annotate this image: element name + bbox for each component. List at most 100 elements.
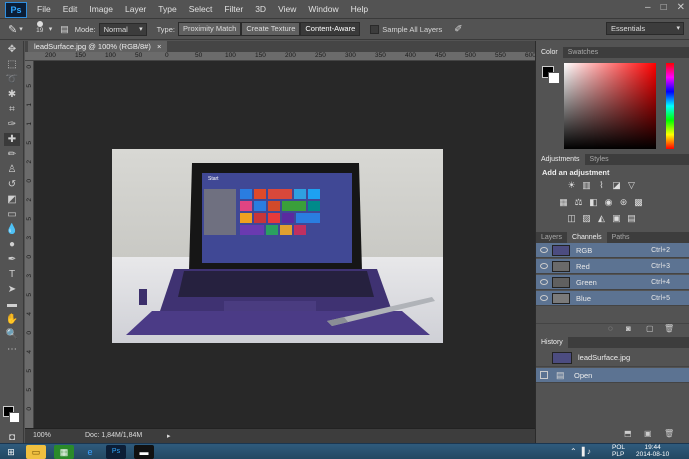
new-channel-icon[interactable]: ▢ xyxy=(646,324,654,333)
selective-color-icon[interactable]: ▣ xyxy=(611,213,622,223)
close-button[interactable]: ✕ xyxy=(677,2,685,13)
eraser-tool-icon[interactable]: ◩ xyxy=(4,193,20,206)
delete-state-icon[interactable]: 🗑 xyxy=(664,429,674,438)
blur-tool-icon[interactable]: 💧 xyxy=(4,223,20,236)
sample-all-layers-checkbox[interactable] xyxy=(370,24,380,34)
history-brush-tool-icon[interactable]: ↺ xyxy=(4,178,20,191)
menu-window[interactable]: Window xyxy=(302,0,344,18)
document-size[interactable]: Doc: 1,84M/1,84M xyxy=(85,432,142,439)
color-field[interactable] xyxy=(564,63,656,149)
invert-icon[interactable]: ◫ xyxy=(566,213,577,223)
color-balance-icon[interactable]: ⚖ xyxy=(573,197,584,207)
diffusion-icon[interactable]: ✐ xyxy=(454,24,462,35)
input-language[interactable]: POL PLP xyxy=(612,444,625,458)
proximity-match-option[interactable]: Proximity Match xyxy=(177,22,242,36)
clone-stamp-tool-icon[interactable]: ♙ xyxy=(4,163,20,176)
status-menu-arrow-icon[interactable]: ▸ xyxy=(167,432,171,440)
color-lookup-icon[interactable]: ▩ xyxy=(633,197,644,207)
bg-color-chip[interactable] xyxy=(548,72,560,84)
hue-slider[interactable] xyxy=(666,63,674,149)
zoom-level[interactable]: 100% xyxy=(33,432,51,439)
black-white-icon[interactable]: ◧ xyxy=(588,197,599,207)
workspace-select[interactable]: Essentials xyxy=(606,22,684,35)
channel-row-green[interactable]: Green Ctrl+4 xyxy=(536,275,689,290)
maximize-button[interactable]: □ xyxy=(661,2,667,13)
tab-layers[interactable]: Layers xyxy=(536,232,567,243)
windows-start-icon[interactable]: ⊞ xyxy=(2,445,20,459)
curves-icon[interactable]: ⌇ xyxy=(596,180,607,190)
brush-size-picker[interactable]: 19 xyxy=(31,20,49,38)
menu-3d[interactable]: 3D xyxy=(249,0,272,18)
menu-filter[interactable]: Filter xyxy=(218,0,249,18)
tab-color[interactable]: Color xyxy=(536,47,563,58)
channel-row-rgb[interactable]: RGB Ctrl+2 xyxy=(536,243,689,258)
menu-help[interactable]: Help xyxy=(345,0,374,18)
healing-brush-tool-icon[interactable]: ✚ xyxy=(4,133,20,146)
menu-file[interactable]: File xyxy=(31,0,57,18)
visibility-eye-icon[interactable] xyxy=(540,295,548,301)
tab-history[interactable]: History xyxy=(536,337,568,348)
menu-type[interactable]: Type xyxy=(152,0,182,18)
history-state-open[interactable]: ▤ Open xyxy=(536,368,689,383)
marquee-tool-icon[interactable]: ⬚ xyxy=(4,58,20,71)
levels-icon[interactable]: ▥ xyxy=(581,180,592,190)
healing-brush-icon[interactable]: ✎ xyxy=(8,23,17,36)
brush-dropdown-icon[interactable]: ▾ xyxy=(49,25,53,33)
create-texture-option[interactable]: Create Texture xyxy=(241,22,301,36)
brightness-icon[interactable]: ☀ xyxy=(566,180,577,190)
snapshot-icon[interactable]: ▣ xyxy=(644,429,652,438)
brush-tool-icon[interactable]: ✏ xyxy=(4,148,20,161)
new-document-from-state-icon[interactable]: ⬒ xyxy=(624,429,632,438)
tab-adjustments[interactable]: Adjustments xyxy=(536,154,585,165)
channel-mixer-icon[interactable]: ⊛ xyxy=(618,197,629,207)
file-explorer-icon[interactable]: ▭ xyxy=(26,445,46,459)
minimize-button[interactable]: – xyxy=(645,2,651,13)
gradient-tool-icon[interactable]: ▭ xyxy=(4,208,20,221)
path-selection-tool-icon[interactable]: ➤ xyxy=(4,283,20,296)
eyedropper-tool-icon[interactable]: ✑ xyxy=(4,118,20,131)
dodge-tool-icon[interactable]: ● xyxy=(4,238,20,251)
hand-tool-icon[interactable]: ✋ xyxy=(4,313,20,326)
document-image[interactable]: Start xyxy=(112,149,443,343)
zoom-tool-icon[interactable]: 🔍 xyxy=(4,328,20,341)
visibility-eye-icon[interactable] xyxy=(540,263,548,269)
menu-edit[interactable]: Edit xyxy=(57,0,84,18)
hue-saturation-icon[interactable]: ▦ xyxy=(558,197,569,207)
document-tab-close-icon[interactable]: × xyxy=(157,42,161,51)
tab-channels[interactable]: Channels xyxy=(567,232,607,243)
photo-filter-icon[interactable]: ◉ xyxy=(603,197,614,207)
visibility-eye-icon[interactable] xyxy=(540,279,548,285)
history-brush-source-box[interactable] xyxy=(540,371,548,379)
internet-explorer-icon[interactable]: e xyxy=(80,445,100,459)
store-icon[interactable]: ▦ xyxy=(54,445,74,459)
lasso-tool-icon[interactable]: ➰ xyxy=(4,73,20,86)
photoshop-taskbar-icon[interactable]: Ps xyxy=(106,445,126,459)
tool-preset-dropdown-icon[interactable]: ▾ xyxy=(19,25,23,33)
exposure-icon[interactable]: ◪ xyxy=(611,180,622,190)
save-selection-icon[interactable]: ◙ xyxy=(626,324,631,333)
brush-settings-icon[interactable]: ▤ xyxy=(60,24,69,35)
background-color-swatch[interactable] xyxy=(9,412,20,423)
tab-styles[interactable]: Styles xyxy=(585,154,614,165)
delete-channel-icon[interactable]: 🗑 xyxy=(664,324,674,333)
load-selection-icon[interactable]: ◌ xyxy=(608,324,613,333)
channel-row-blue[interactable]: Blue Ctrl+5 xyxy=(536,291,689,306)
tab-swatches[interactable]: Swatches xyxy=(563,47,603,58)
quick-select-tool-icon[interactable]: ✱ xyxy=(4,88,20,101)
pen-tool-icon[interactable]: ✒ xyxy=(4,253,20,266)
menu-image[interactable]: Image xyxy=(83,0,119,18)
document-tab[interactable]: leadSurface.jpg @ 100% (RGB/8#) × xyxy=(28,41,168,52)
tray-icons[interactable]: ⌃ ▐ ♪ xyxy=(570,447,591,456)
edit-toolbar-icon[interactable]: ⋯ xyxy=(4,343,20,356)
crop-tool-icon[interactable]: ⌗ xyxy=(4,103,20,116)
history-snapshot[interactable]: leadSurface.jpg xyxy=(536,349,689,367)
menu-view[interactable]: View xyxy=(272,0,302,18)
clock[interactable]: 19:44 2014-08-10 xyxy=(636,444,669,458)
vibrance-icon[interactable]: ▽ xyxy=(626,180,637,190)
move-tool-icon[interactable]: ✥ xyxy=(4,43,20,56)
gradient-map-icon[interactable]: ▤ xyxy=(626,213,637,223)
command-prompt-icon[interactable]: ▬ xyxy=(134,445,154,459)
threshold-icon[interactable]: ◭ xyxy=(596,213,607,223)
mode-select[interactable]: Normal xyxy=(98,22,147,36)
type-tool-icon[interactable]: T xyxy=(4,268,20,281)
